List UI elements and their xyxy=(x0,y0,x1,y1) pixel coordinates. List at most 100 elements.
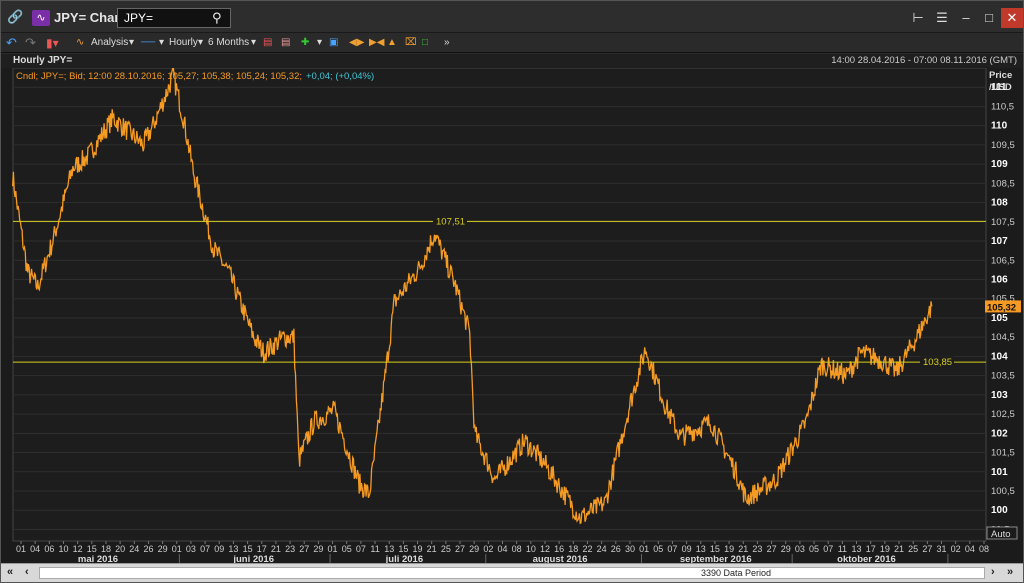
zoom-in-icon[interactable]: ▶◀ xyxy=(369,35,384,51)
time-scrollbar[interactable]: « ‹ 3390 Data Period › » xyxy=(1,563,1023,582)
price-axis-unit: /USD xyxy=(989,82,1012,93)
close-button[interactable]: ✕ xyxy=(1001,8,1023,28)
x-tick-label: 31 xyxy=(937,544,947,554)
x-tick-label: 03 xyxy=(795,544,805,554)
x-tick-label: 19 xyxy=(724,544,734,554)
month-label: juli 2016 xyxy=(385,554,424,563)
link-icon[interactable]: 🔗 xyxy=(7,9,25,27)
month-label: juni 2016 xyxy=(232,554,274,563)
zoom-vertical-icon[interactable]: ▲ xyxy=(387,35,397,51)
y-tick-label: 110 xyxy=(991,121,1008,132)
undo-icon[interactable]: ↶ xyxy=(6,35,17,51)
x-tick-label: 29 xyxy=(158,544,168,554)
x-tick-label: 27 xyxy=(767,544,777,554)
y-tick-label: 108,5 xyxy=(991,178,1015,189)
x-tick-label: 15 xyxy=(87,544,97,554)
compare-icon[interactable]: ▤ xyxy=(281,35,290,51)
month-label: mai 2016 xyxy=(78,554,118,563)
x-tick-label: 21 xyxy=(738,544,748,554)
x-tick-label: 24 xyxy=(129,544,139,554)
x-tick-label: 21 xyxy=(894,544,904,554)
x-tick-label: 12 xyxy=(73,544,83,554)
x-tick-label: 05 xyxy=(342,544,352,554)
range-dropdown[interactable]: 6 Months xyxy=(208,35,249,51)
y-tick-label: 110,5 xyxy=(991,101,1014,112)
y-tick-label: 105 xyxy=(991,313,1008,324)
chart-toolbar: ↶ ↷ ▮▾ ∿ Analysis ▾ ── ▾ Hourly ▾ 6 Mont… xyxy=(1,33,1023,53)
legend-change: +0,04; (+0,04%) xyxy=(306,71,374,82)
scroll-start-button[interactable]: « xyxy=(7,566,13,578)
chevron-down-icon[interactable]: ▾ xyxy=(129,35,134,51)
y-tick-label: 107 xyxy=(991,236,1008,247)
scroll-end-button[interactable]: » xyxy=(1007,566,1013,578)
analysis-icon[interactable]: ∿ xyxy=(76,35,84,51)
x-tick-label: 01 xyxy=(16,544,26,554)
x-tick-label: 08 xyxy=(979,544,989,554)
y-tick-label: 106,5 xyxy=(991,255,1015,266)
search-icon[interactable]: ⚲ xyxy=(212,10,222,26)
maximize-button[interactable]: □ xyxy=(979,8,999,28)
x-tick-label: 07 xyxy=(823,544,833,554)
price-axis-label: Price xyxy=(989,70,1012,81)
x-tick-label: 01 xyxy=(328,544,338,554)
x-tick-label: 16 xyxy=(554,544,564,554)
layout-icon[interactable]: ⊢ xyxy=(908,8,928,28)
line-chart-icon[interactable]: ▤ xyxy=(263,35,272,51)
x-tick-label: 09 xyxy=(682,544,692,554)
interval-dropdown[interactable]: Hourly xyxy=(169,35,198,51)
x-tick-label: 22 xyxy=(582,544,592,554)
menu-icon[interactable]: ☰ xyxy=(932,8,952,28)
scroll-left-button[interactable]: ‹ xyxy=(25,566,29,578)
x-tick-label: 25 xyxy=(908,544,918,554)
y-tick-label: 103,5 xyxy=(991,371,1015,382)
x-tick-label: 27 xyxy=(922,544,932,554)
data-window-icon[interactable]: ▣ xyxy=(329,35,338,51)
title-bar: 🔗 ∿ JPY= Chart ⚲ ⊢ ☰ – □ ✕ xyxy=(1,1,1023,33)
price-chart[interactable]: 111110,5110109,5109108,5108107,5107106,5… xyxy=(1,66,1023,565)
x-tick-label: 30 xyxy=(625,544,635,554)
x-tick-label: 01 xyxy=(639,544,649,554)
x-tick-label: 26 xyxy=(143,544,153,554)
chevron-down-icon[interactable]: ▾ xyxy=(251,35,256,51)
scroll-track[interactable] xyxy=(39,567,985,579)
x-tick-label: 18 xyxy=(101,544,111,554)
chevron-down-icon[interactable]: ▾ xyxy=(317,35,322,51)
x-tick-label: 10 xyxy=(58,544,68,554)
candle-type-icon[interactable]: ▮▾ xyxy=(46,35,59,51)
chart-app-icon: ∿ xyxy=(32,10,50,26)
x-tick-label: 29 xyxy=(469,544,479,554)
scroll-left-icon[interactable]: ◀▶ xyxy=(349,35,364,51)
x-tick-label: 19 xyxy=(880,544,890,554)
chevron-down-icon[interactable]: ▾ xyxy=(198,35,203,51)
month-label: september 2016 xyxy=(680,554,752,563)
y-tick-label: 109 xyxy=(991,159,1008,170)
x-tick-label: 18 xyxy=(568,544,578,554)
line-style-icon[interactable]: ── xyxy=(141,35,155,51)
chart-area[interactable]: 111 110,5 110 109,5 109 108,5 108 107,5 107 106,5… xyxy=(1,66,1023,565)
x-tick-label: 25 xyxy=(441,544,451,554)
x-tick-label: 13 xyxy=(384,544,394,554)
x-tick-label: 21 xyxy=(271,544,281,554)
hline-label: 103,85 xyxy=(923,357,952,368)
x-tick-label: 06 xyxy=(44,544,54,554)
fit-icon[interactable]: ⌧ xyxy=(405,35,417,51)
more-icon[interactable]: » xyxy=(444,35,450,51)
analysis-dropdown[interactable]: Analysis xyxy=(91,35,128,51)
chevron-down-icon[interactable]: ▾ xyxy=(159,35,164,51)
select-icon[interactable]: □ xyxy=(422,35,428,51)
redo-icon[interactable]: ↷ xyxy=(25,35,36,51)
auto-scale-label: Auto xyxy=(991,529,1011,540)
x-tick-label: 05 xyxy=(809,544,819,554)
x-tick-label: 24 xyxy=(597,544,607,554)
scroll-right-button[interactable]: › xyxy=(991,566,995,578)
x-tick-label: 15 xyxy=(243,544,253,554)
x-tick-label: 17 xyxy=(257,544,267,554)
x-tick-label: 29 xyxy=(781,544,791,554)
crosshair-icon[interactable]: ✚ xyxy=(301,35,309,51)
x-tick-label: 02 xyxy=(483,544,493,554)
x-tick-label: 03 xyxy=(186,544,196,554)
minimize-button[interactable]: – xyxy=(956,8,976,28)
current-price-label: 105,32 xyxy=(987,302,1016,313)
chart-period: 14:00 28.04.2016 - 07:00 08.11.2016 (GMT… xyxy=(831,55,1017,66)
x-tick-label: 13 xyxy=(228,544,238,554)
